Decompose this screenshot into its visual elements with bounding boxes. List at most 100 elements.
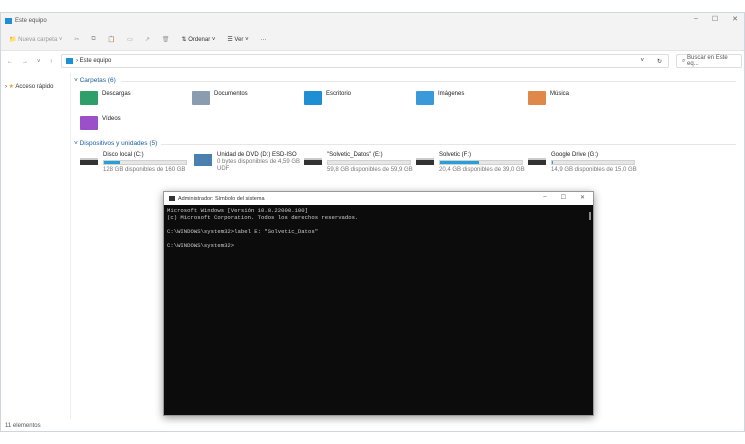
videos-folder-icon xyxy=(80,116,98,130)
status-bar: 11 elementos xyxy=(5,423,41,429)
drive-g[interactable]: Google Drive (G:) 14,9 GB disponibles de… xyxy=(528,152,638,174)
new-folder-label: Nueva carpeta xyxy=(18,37,58,43)
maximize-button[interactable]: ☐ xyxy=(561,194,566,201)
folder-videos[interactable]: Vídeos xyxy=(80,116,121,130)
star-icon: ★ xyxy=(8,84,15,90)
cmd-line: C:\WINDOWS\system32>label E: "Solvetic_D… xyxy=(167,228,319,235)
command-prompt-window[interactable]: Administrador: Símbolo del sistema – ☐ ✕… xyxy=(163,191,594,416)
drive-d[interactable]: Unidad de DVD (D:) ESD-ISO 0 bytes dispo… xyxy=(194,152,304,182)
sidebar-item-quick-access[interactable]: › ★ Acceso rápido xyxy=(5,83,66,90)
folder-label: Imágenes xyxy=(438,91,465,97)
desktop-folder-icon xyxy=(304,91,322,105)
search-input[interactable]: ⌕ Buscar en Este eq... xyxy=(676,54,742,68)
folder-musica[interactable]: Música xyxy=(528,91,569,105)
drive-icon xyxy=(304,158,322,165)
address-path: Este equipo xyxy=(79,58,112,64)
windows-drive-icon xyxy=(80,158,98,165)
cmd-output[interactable]: Microsoft Windows [Versión 10.0.22000.10… xyxy=(164,205,593,251)
drive-name: "Solvetic_Datos" (E:) xyxy=(327,152,383,158)
divider xyxy=(121,81,736,82)
title-bar: Este equipo – ☐ ✕ xyxy=(1,13,744,29)
sidebar-item-label: Acceso rápido xyxy=(15,84,54,90)
divider xyxy=(161,144,736,145)
folder-descargas[interactable]: Descargas xyxy=(80,91,131,105)
drive-c[interactable]: Disco local (C:) 128 GB disponibles de 1… xyxy=(80,152,190,174)
folder-escritorio[interactable]: Escritorio xyxy=(304,91,351,105)
folder-label: Música xyxy=(550,91,570,97)
computer-icon xyxy=(66,58,73,64)
drive-usage-bar xyxy=(327,160,411,165)
cmd-line xyxy=(167,235,590,242)
folder-label: Escritorio xyxy=(326,91,352,97)
drive-f[interactable]: Solvetic (F:) 20,4 GB disponibles de 39,… xyxy=(416,152,526,174)
paste-icon[interactable]: 📋 xyxy=(108,36,115,43)
share-icon[interactable]: ↗ xyxy=(145,36,150,43)
close-button[interactable]: ✕ xyxy=(732,15,738,23)
minimize-button[interactable]: – xyxy=(543,194,546,201)
drive-name: Unidad de DVD (D:) ESD-ISO xyxy=(217,152,297,158)
drive-filesystem: UDF xyxy=(217,166,230,172)
copy-icon[interactable]: ⧉ xyxy=(91,36,95,43)
terminal-icon xyxy=(169,196,175,201)
drive-free: 20,4 GB disponibles de 39,0 GB xyxy=(439,167,525,173)
window-title: Este equipo xyxy=(15,18,47,24)
drive-usage-bar xyxy=(103,160,187,165)
view-button[interactable]: ☰ Ver ˅ xyxy=(227,36,248,43)
maximize-button[interactable]: ☐ xyxy=(712,15,718,23)
minimize-button[interactable]: – xyxy=(694,15,698,23)
drive-name: Solvetic (F:) xyxy=(439,152,472,158)
cmd-line xyxy=(167,221,590,228)
cmd-title: Administrador: Símbolo del sistema xyxy=(178,195,265,202)
folder-label: Descargas xyxy=(102,91,131,97)
drive-name: Disco local (C:) xyxy=(103,152,144,158)
drive-usage-bar xyxy=(439,160,523,165)
delete-icon[interactable]: 🗑 xyxy=(162,36,170,43)
more-button[interactable]: ··· xyxy=(261,37,267,43)
folder-label: Documentos xyxy=(214,91,248,97)
rename-icon[interactable]: ▭ xyxy=(127,36,133,43)
forward-icon[interactable]: → xyxy=(22,59,28,65)
documents-folder-icon xyxy=(192,91,210,105)
drives-header-label: Dispositivos y unidades (5) xyxy=(79,140,158,147)
drive-free: 59,8 GB disponibles de 59,9 GB xyxy=(327,167,413,173)
scrollbar[interactable] xyxy=(589,212,591,220)
address-row: ← → ˅ ↑ › Este equipo ˅ ↻ ⌕ Buscar en Es… xyxy=(1,53,744,71)
refresh-icon[interactable]: ↻ xyxy=(657,58,662,65)
folder-documentos[interactable]: Documentos xyxy=(192,91,248,105)
folder-imagenes[interactable]: Imágenes xyxy=(416,91,464,105)
sort-button[interactable]: ⇅ Ordenar ˅ xyxy=(181,36,215,43)
new-folder-button[interactable]: 📁 Nueva carpeta ˅ xyxy=(9,36,62,43)
back-icon[interactable]: ← xyxy=(7,59,13,65)
drive-free: 0 bytes disponibles de 4,59 GB xyxy=(217,159,301,165)
folders-header-label: Carpetas (6) xyxy=(79,77,116,84)
dvd-drive-icon xyxy=(194,154,212,166)
drive-icon xyxy=(528,158,546,165)
drive-icon xyxy=(416,158,434,165)
navigation-pane: › ★ Acceso rápido xyxy=(1,73,71,419)
download-folder-icon xyxy=(80,91,98,105)
cmd-line: (c) Microsoft Corporation. Todos los der… xyxy=(167,214,359,221)
close-button[interactable]: ✕ xyxy=(580,194,585,201)
music-folder-icon xyxy=(528,91,546,105)
drive-free: 14,9 GB disponibles de 15,0 GB xyxy=(551,167,637,173)
view-label: Ver xyxy=(234,37,244,43)
command-bar: 📁 Nueva carpeta ˅ ✂ ⧉ 📋 ▭ ↗ 🗑 ⇅ Ordenar … xyxy=(1,29,744,51)
recent-chevron-icon[interactable]: ˅ xyxy=(37,59,41,65)
drive-e[interactable]: "Solvetic_Datos" (E:) 59,8 GB disponible… xyxy=(304,152,414,174)
chevron-down-icon[interactable]: ˅ xyxy=(640,58,644,64)
cut-icon[interactable]: ✂ xyxy=(74,36,79,43)
address-bar[interactable]: › Este equipo ˅ ↻ xyxy=(61,54,669,68)
cmd-line: Microsoft Windows [Versión 10.0.22000.10… xyxy=(167,207,308,214)
folders-header[interactable]: ˅ Carpetas (6) xyxy=(74,77,116,84)
drives-header[interactable]: ˅ Dispositivos y unidades (5) xyxy=(74,140,157,147)
computer-icon xyxy=(5,18,12,24)
cmd-line: C:\WINDOWS\system32> xyxy=(167,242,235,249)
drive-name: Google Drive (G:) xyxy=(551,152,599,158)
sort-label: Ordenar xyxy=(188,37,211,43)
cmd-title-bar: Administrador: Símbolo del sistema – ☐ ✕ xyxy=(164,192,593,205)
folder-label: Vídeos xyxy=(102,116,121,122)
up-icon[interactable]: ↑ xyxy=(50,59,53,65)
drive-free: 128 GB disponibles de 160 GB xyxy=(103,167,186,173)
drive-usage-bar xyxy=(551,160,635,165)
pictures-folder-icon xyxy=(416,91,434,105)
